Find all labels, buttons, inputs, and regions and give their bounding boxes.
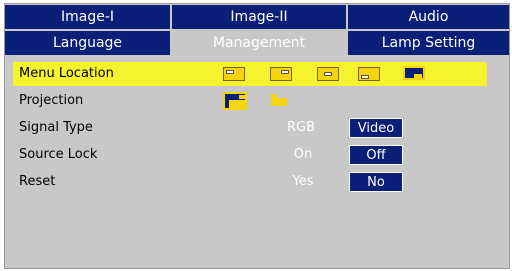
source-lock-option-on[interactable]: On: [283, 145, 323, 165]
signal-type-label: Signal Type: [19, 120, 93, 135]
front-projection-icon[interactable]: [267, 92, 291, 110]
tab-management[interactable]: Management: [172, 31, 348, 55]
signal-type-option-video[interactable]: Video: [349, 118, 403, 138]
source-lock-label: Source Lock: [19, 147, 98, 162]
reset-option-no[interactable]: No: [349, 172, 403, 192]
signal-type-row[interactable]: Signal Type RGB Video: [19, 117, 489, 139]
tab-image-i[interactable]: Image-I: [5, 5, 172, 29]
top-right-position-icon[interactable]: [270, 67, 292, 81]
signal-type-option-rgb[interactable]: RGB: [281, 118, 321, 138]
tab-audio[interactable]: Audio: [348, 5, 509, 29]
tab-row-top: Image-I Image-II Audio: [5, 5, 509, 29]
center-position-icon[interactable]: [317, 67, 339, 81]
tab-language[interactable]: Language: [5, 31, 172, 55]
projection-label: Projection: [19, 93, 84, 108]
tab-lamp-setting[interactable]: Lamp Setting: [348, 31, 509, 55]
osd-menu-panel: Image-I Image-II Audio Language Manageme…: [4, 3, 510, 269]
source-lock-row[interactable]: Source Lock On Off: [19, 144, 489, 166]
top-left-position-icon[interactable]: [223, 67, 245, 81]
source-lock-option-off[interactable]: Off: [349, 145, 403, 165]
reset-label: Reset: [19, 174, 56, 189]
menu-location-row[interactable]: Menu Location: [19, 63, 489, 85]
bottom-right-position-icon[interactable]: [403, 66, 425, 80]
tab-row-bottom: Language Management Lamp Setting: [5, 31, 509, 55]
reset-option-yes[interactable]: Yes: [283, 172, 323, 192]
menu-location-label: Menu Location: [19, 66, 114, 81]
bottom-left-position-icon[interactable]: [358, 67, 380, 81]
reset-row[interactable]: Reset Yes No: [19, 171, 489, 193]
projection-row[interactable]: Projection: [19, 90, 489, 112]
tab-image-ii[interactable]: Image-II: [172, 5, 348, 29]
ceiling-projection-icon[interactable]: [223, 92, 247, 110]
